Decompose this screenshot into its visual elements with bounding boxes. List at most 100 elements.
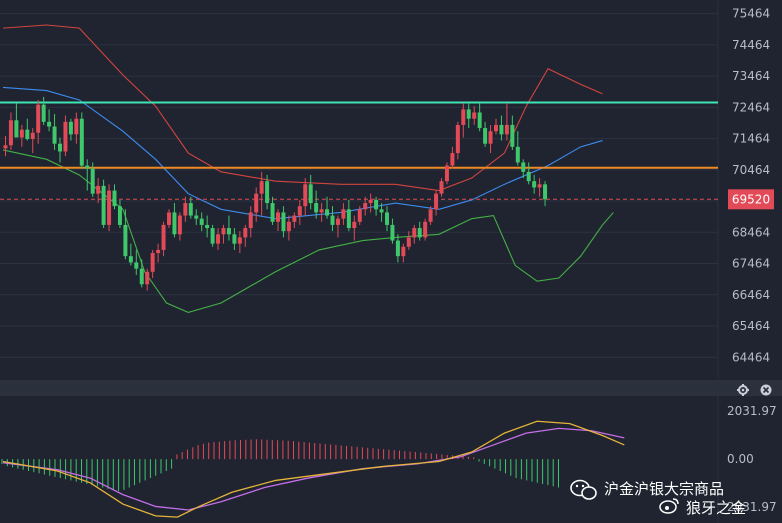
candle-body [532, 181, 537, 188]
candle-body [276, 212, 280, 222]
candle-body [14, 120, 19, 138]
candle-body [265, 181, 270, 204]
candle-body [254, 193, 259, 213]
candle-body [439, 181, 444, 194]
candle-body [221, 228, 226, 235]
candle-body [325, 209, 330, 216]
candle-body [281, 212, 286, 232]
close-icon[interactable] [760, 384, 772, 396]
candle-body [417, 228, 422, 238]
candle-body [270, 203, 275, 222]
price-tick-label: 68464 [732, 225, 770, 239]
candle-body [243, 228, 248, 238]
candle-body [63, 121, 68, 152]
candle-body [58, 143, 62, 152]
candle-body [357, 209, 362, 222]
price-tick-label: 72464 [732, 100, 770, 114]
candle-body [145, 271, 150, 285]
candle-body [36, 104, 41, 133]
candle-body [385, 212, 389, 225]
candle-body [444, 165, 449, 182]
candle-body [488, 131, 493, 144]
candle-body [494, 124, 498, 132]
watermark-subtitle: 狼牙之金 [686, 499, 746, 517]
macd-tick-label: 2031.97 [727, 404, 777, 418]
candle-body [319, 209, 324, 213]
candle-body [526, 171, 531, 182]
candle-body [286, 221, 291, 232]
candle-body [237, 237, 242, 244]
candle-body [259, 181, 264, 194]
candle-body [472, 112, 477, 119]
candle-body [363, 203, 368, 210]
candle-body [47, 121, 52, 127]
candle-body [308, 184, 313, 204]
candle-body [483, 128, 488, 144]
candle-body [19, 129, 24, 138]
candle-body [68, 121, 73, 135]
candle-body [150, 253, 155, 272]
candle-body [346, 209, 351, 229]
price-tick-label: 75464 [732, 7, 770, 21]
macd-tick-label: 0.00 [727, 452, 754, 466]
candle-body [335, 218, 340, 225]
candle-body [85, 165, 90, 169]
candle-body [406, 237, 411, 247]
candle-body [330, 215, 335, 225]
candle-body [390, 224, 395, 241]
price-tick-label: 70464 [732, 163, 770, 177]
candle-body [226, 228, 231, 235]
candle-body [379, 209, 384, 213]
chart-background [0, 0, 782, 523]
candle-body [90, 168, 95, 194]
candle-body [510, 124, 515, 147]
candle-body [188, 203, 193, 216]
candle-body [199, 218, 204, 225]
price-tick-label: 65464 [732, 319, 770, 333]
candle-body [455, 124, 460, 154]
candle-body [412, 228, 417, 238]
candle-body [314, 203, 319, 213]
candle-body [79, 118, 84, 166]
candle-body [428, 209, 433, 222]
candle-body [96, 185, 101, 194]
candle-body [30, 132, 35, 140]
candle-body [177, 215, 182, 235]
price-tick-label: 71464 [732, 132, 770, 146]
candle-body [156, 249, 161, 254]
candle-body [216, 234, 221, 244]
price-tick-label: 66464 [732, 288, 770, 302]
candle-body [210, 228, 215, 244]
candle-body [134, 262, 139, 269]
candle-body [248, 212, 253, 229]
candle-body [139, 268, 144, 285]
candle-body [101, 185, 106, 225]
candle-body [112, 190, 117, 207]
candle-body [477, 112, 482, 129]
pane-divider[interactable] [0, 380, 782, 396]
candle-body [128, 256, 133, 263]
current-price-label: 69520 [732, 192, 770, 206]
candle-body [521, 162, 526, 172]
candle-body [423, 221, 428, 238]
candle-body [161, 224, 166, 250]
candle-body [183, 203, 188, 216]
candle-body [543, 184, 548, 200]
candle-body [107, 190, 112, 225]
candle-body [41, 104, 46, 122]
chart-canvas: 7546474464734647246471464704646946468464… [0, 0, 782, 523]
candle-body [352, 221, 357, 229]
candle-body [374, 199, 379, 210]
candle-body [74, 118, 79, 135]
candle-body [395, 240, 400, 257]
candle-body [401, 246, 406, 257]
watermark-title: 沪金沪银大宗商品 [604, 480, 724, 498]
candle-body [297, 206, 302, 216]
candle-body [368, 199, 373, 204]
candle-body [450, 153, 455, 166]
price-tick-label: 74464 [732, 38, 770, 52]
candle-body [8, 120, 13, 146]
candle-body [167, 212, 171, 225]
candle-body [499, 124, 504, 135]
candle-body [515, 146, 520, 163]
